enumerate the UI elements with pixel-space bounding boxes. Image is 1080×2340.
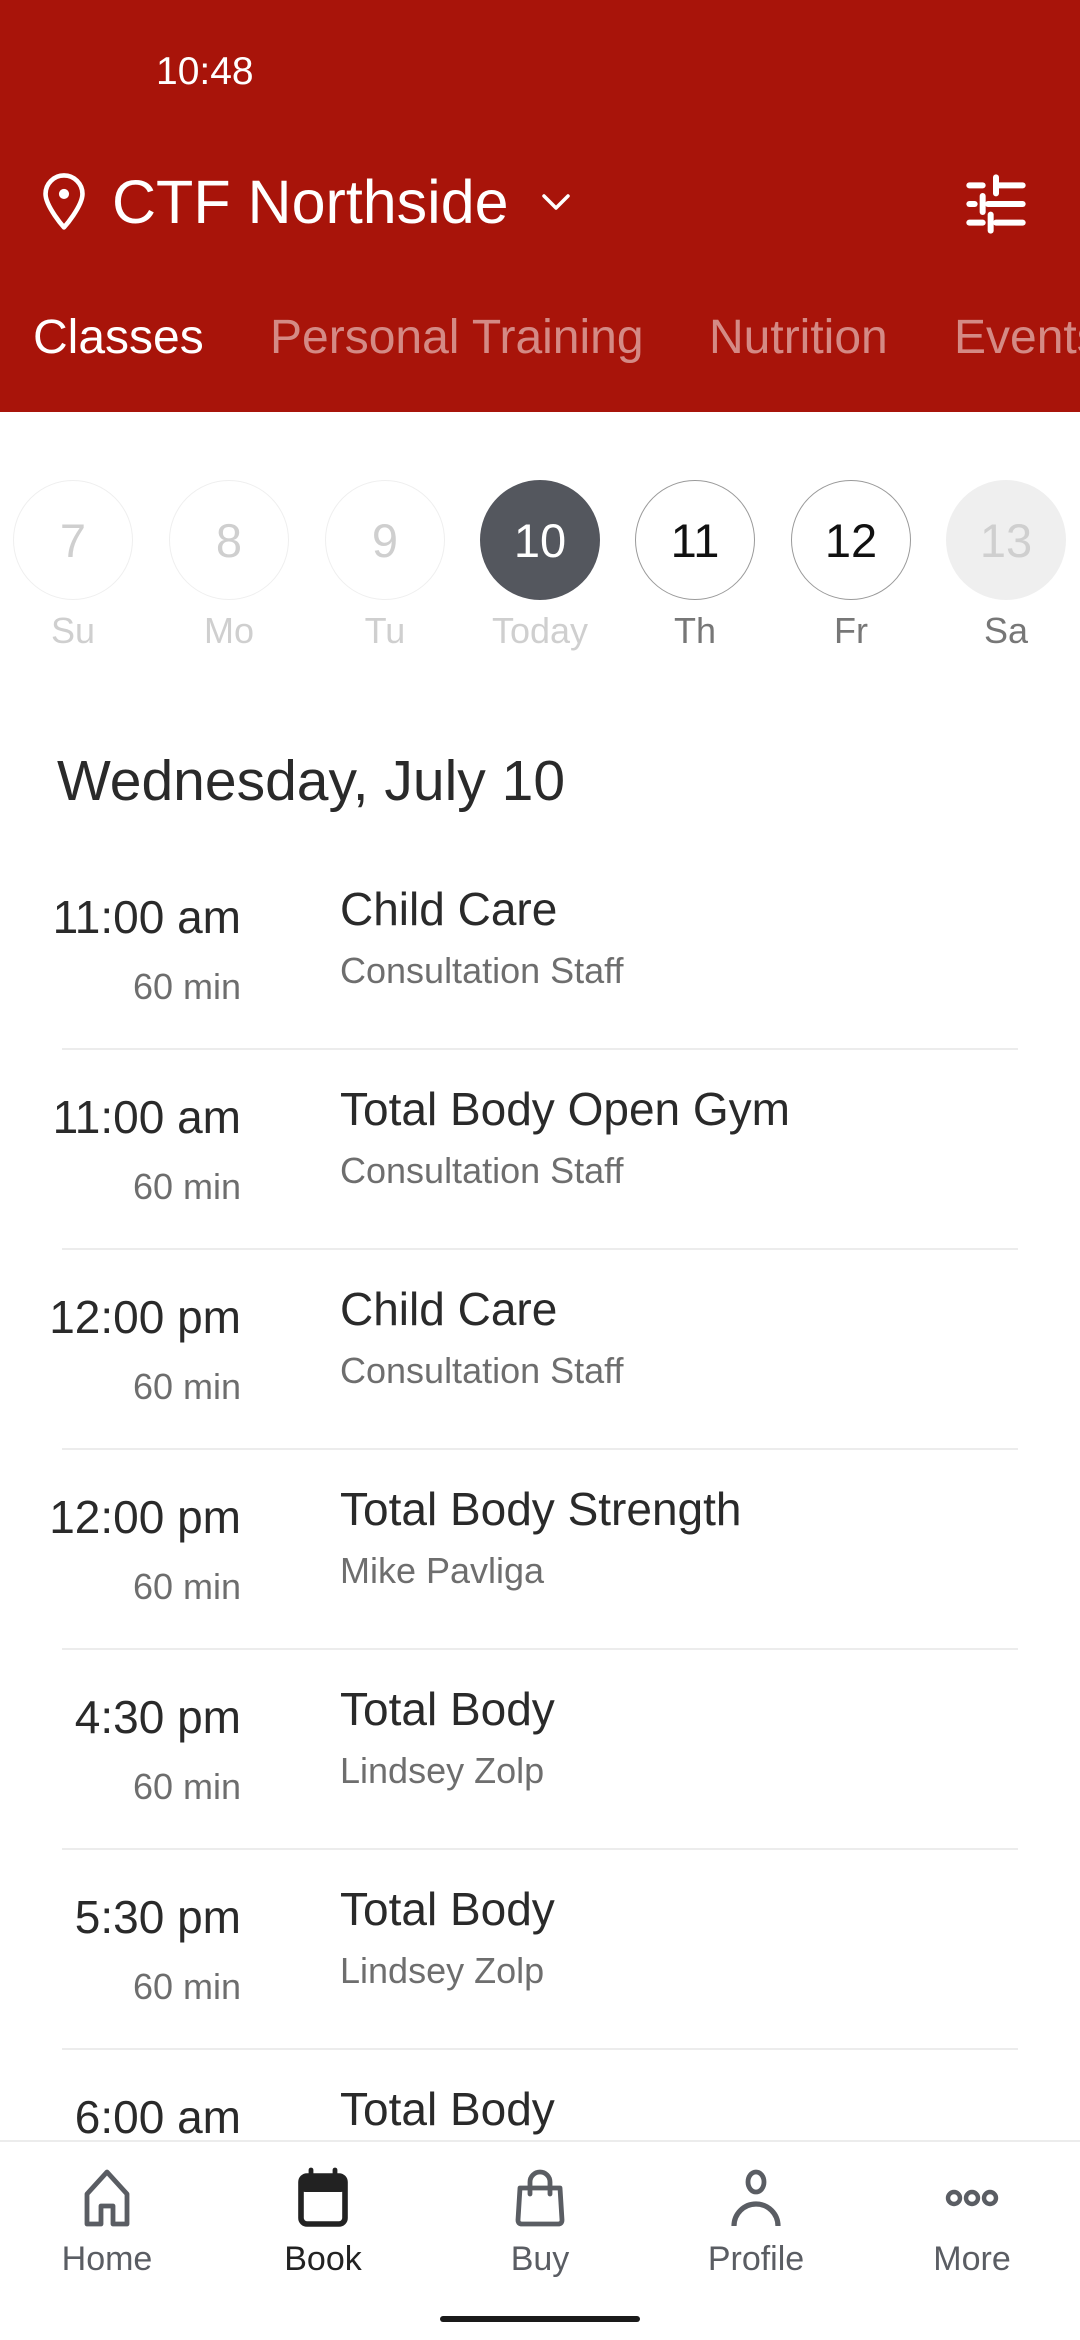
day-8: 8 Mo (169, 480, 289, 652)
nav-profile[interactable]: Profile (666, 2166, 846, 2279)
class-instructor: Consultation Staff (340, 950, 624, 991)
tab-nutrition[interactable]: Nutrition (709, 310, 888, 365)
day-label: Tu (364, 610, 406, 651)
nav-label: Home (61, 2240, 153, 2278)
day-number: 9 (325, 480, 445, 600)
class-row[interactable]: 4:30 pm 60 min Total Body Lindsey Zolp (0, 1650, 1080, 1850)
class-duration: 60 min (132, 1366, 241, 1407)
day-12[interactable]: 12 Fr (791, 480, 911, 652)
tab-events[interactable]: Events (954, 310, 1080, 365)
day-10-today[interactable]: 10 Today (480, 480, 600, 652)
class-name: Total Body (340, 1883, 555, 1935)
class-duration: 60 min (132, 966, 241, 1007)
category-tabs: Classes Personal Training Nutrition Even… (0, 310, 1080, 390)
nav-more[interactable]: More (882, 2166, 1062, 2279)
day-number: 8 (169, 480, 289, 600)
class-row[interactable]: 12:00 pm 60 min Child Care Consultation … (0, 1250, 1080, 1450)
person-icon (731, 2169, 781, 2227)
day-number: 12 (791, 480, 911, 600)
class-duration: 60 min (132, 1966, 241, 2007)
class-time: 11:00 am (52, 891, 241, 943)
class-row[interactable]: 11:00 am 60 min Child Care Consultation … (0, 850, 1080, 1050)
class-instructor: Consultation Staff (340, 1350, 624, 1391)
chevron-down-icon (541, 194, 570, 210)
day-9: 9 Tu (325, 480, 445, 652)
class-name: Total Body Strength (340, 1483, 742, 1535)
selected-date-heading: Wednesday, July 10 (57, 749, 566, 813)
tab-classes[interactable]: Classes (33, 310, 204, 365)
nav-buy[interactable]: Buy (450, 2166, 630, 2279)
day-11[interactable]: 11 Th (635, 480, 755, 652)
class-duration: 60 min (132, 1566, 241, 1607)
nav-book[interactable]: Book (233, 2166, 413, 2279)
tab-personal-training[interactable]: Personal Training (270, 310, 644, 365)
day-label: Su (50, 610, 96, 651)
class-time: 12:00 pm (49, 1491, 241, 1543)
class-time: 11:00 am (52, 1091, 241, 1143)
class-instructor: Lindsey Zolp (340, 1950, 545, 1991)
class-duration: 60 min (132, 1766, 241, 1807)
class-name: Total Body (340, 1683, 555, 1735)
bottom-navigation: Home Book Buy Profile More (0, 2140, 1080, 2340)
nav-label: Profile (707, 2240, 805, 2278)
class-time: 4:30 pm (74, 1691, 241, 1743)
nav-label: Book (284, 2240, 362, 2278)
day-number: 10 (480, 480, 600, 600)
class-time: 6:00 am (74, 2091, 241, 2143)
nav-home[interactable]: Home (17, 2166, 197, 2279)
day-label: Sa (983, 610, 1029, 651)
location-selector[interactable]: CTF Northside (36, 160, 571, 244)
class-list: 11:00 am 60 min Child Care Consultation … (0, 850, 1080, 2250)
day-number: 11 (635, 480, 755, 600)
day-label: Fr (834, 610, 868, 651)
class-duration: 60 min (132, 1166, 241, 1207)
status-bar-time: 10:48 (156, 50, 254, 93)
calendar-icon (298, 2167, 348, 2227)
class-time: 5:30 pm (74, 1891, 241, 1943)
class-instructor: Mike Pavliga (340, 1550, 545, 1591)
home-icon (84, 2169, 130, 2227)
day-label: Today (491, 610, 589, 651)
map-pin-icon (43, 173, 85, 230)
location-name: CTF Northside (112, 168, 509, 236)
class-time: 12:00 pm (49, 1291, 241, 1343)
more-dots-icon (945, 2189, 999, 2207)
day-label: Mo (203, 610, 254, 651)
day-label: Th (673, 610, 716, 651)
class-row[interactable]: 12:00 pm 60 min Total Body Strength Mike… (0, 1450, 1080, 1650)
class-name: Child Care (340, 883, 558, 935)
sliders-filter-icon[interactable] (964, 172, 1028, 236)
class-name: Total Body (340, 2083, 555, 2135)
day-number: 7 (13, 480, 133, 600)
day-7: 7 Su (13, 480, 133, 652)
class-instructor: Consultation Staff (340, 1150, 624, 1191)
shopping-bag-icon (515, 2169, 565, 2227)
home-indicator-bar[interactable] (440, 2316, 640, 2322)
day-13: 13 Sa (946, 480, 1066, 652)
class-row[interactable]: 11:00 am 60 min Total Body Open Gym Cons… (0, 1050, 1080, 1250)
nav-label: More (933, 2240, 1011, 2278)
app-header: 10:48 CTF Northside Classes Personal Tra… (0, 0, 1080, 412)
class-name: Child Care (340, 1283, 558, 1335)
class-row[interactable]: 5:30 pm 60 min Total Body Lindsey Zolp (0, 1850, 1080, 2050)
class-instructor: Lindsey Zolp (340, 1750, 545, 1791)
class-name: Total Body Open Gym (340, 1083, 790, 1135)
day-number: 13 (946, 480, 1066, 600)
nav-label: Buy (510, 2240, 570, 2278)
